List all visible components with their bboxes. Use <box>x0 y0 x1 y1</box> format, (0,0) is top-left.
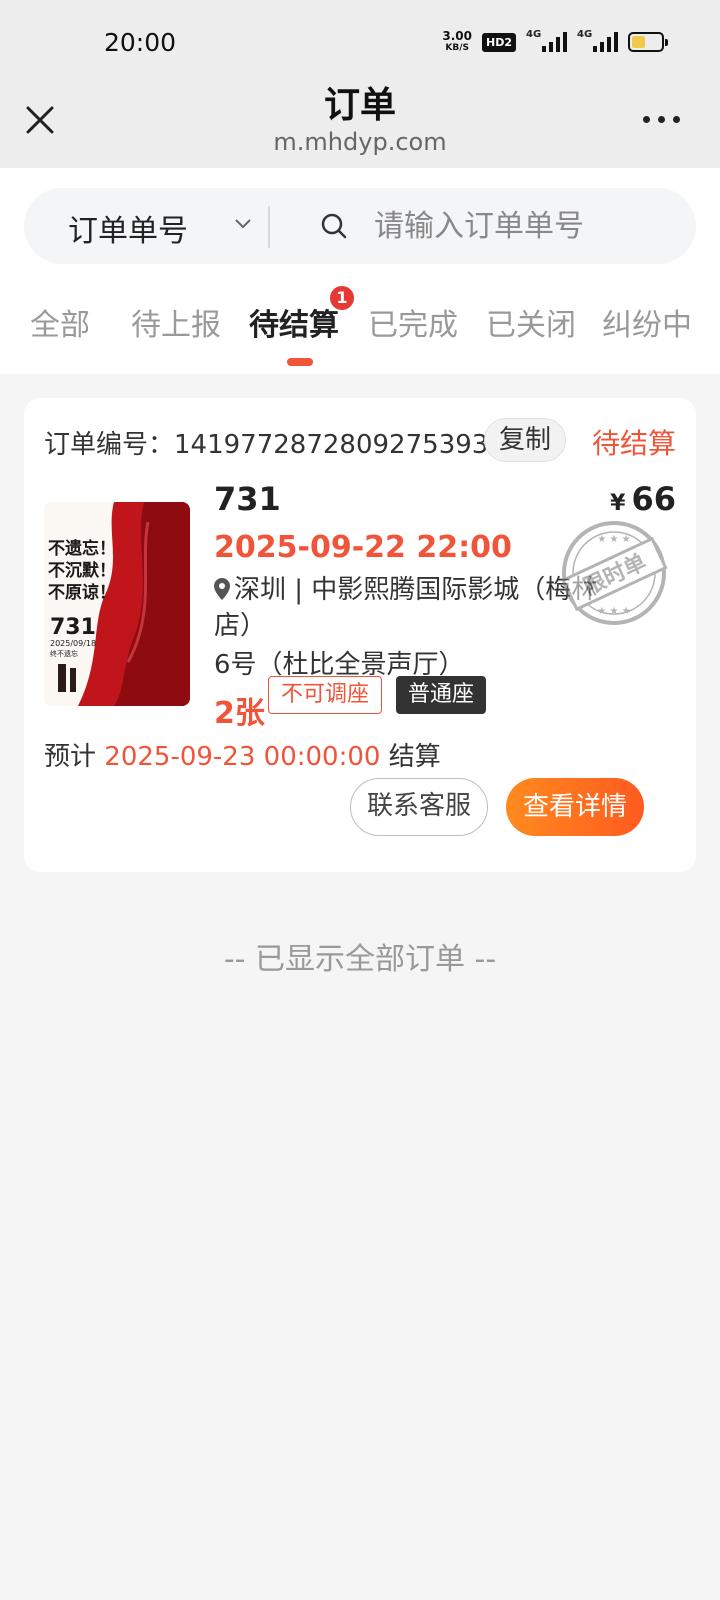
battery-icon <box>628 32 668 52</box>
poster-slogan-3: 不原谅！ <box>48 582 116 603</box>
contact-support-button[interactable]: 联系客服 <box>350 778 488 836</box>
search-section: 订单单号 全部 待上报 待结算 1 已完成 已关闭 纠纷中 <box>0 168 720 374</box>
top-bar: 20:00 3.00 KB/S HD2 4G 4G 订单 m.mhdyp.com <box>0 0 720 168</box>
copy-button[interactable]: 复制 <box>484 418 566 462</box>
tab-completed[interactable]: 已完成 <box>368 300 458 344</box>
poster-release-note: 终不遗忘 <box>50 649 78 658</box>
signal-icon-2: 4G <box>577 29 618 52</box>
order-card: 订单编号：1419772872809275393 复制 待结算 不遗忘！ 不沉默… <box>24 398 696 872</box>
battery-level <box>632 36 645 48</box>
tab-badge: 1 <box>330 286 354 310</box>
status-tabs: 全部 待上报 待结算 1 已完成 已关闭 纠纷中 <box>0 286 720 374</box>
active-tab-indicator <box>287 358 313 366</box>
svg-text:★ ★ ★: ★ ★ ★ <box>597 534 630 545</box>
poster-slogan-1: 不遗忘！ <box>48 538 116 559</box>
view-details-button[interactable]: 查看详情 <box>506 778 644 836</box>
order-number: 订单编号：1419772872809275393 <box>44 430 489 460</box>
seat-adjust-tag: 不可调座 <box>268 676 383 714</box>
tab-all[interactable]: 全部 <box>30 300 90 344</box>
poster-slogan-2: 不沉默！ <box>48 560 116 581</box>
movie-poster: 不遗忘！ 不沉默！ 不原谅！ 731 2025/09/18 终不遗忘 <box>44 502 190 706</box>
signal-icon: 4G <box>526 29 567 52</box>
list-end-text: -- 已显示全部订单 -- <box>223 942 497 977</box>
limited-time-stamp: 限时单 ★ ★ ★ ★ ★ ★ <box>561 521 668 625</box>
order-status: 待结算 <box>591 427 676 460</box>
poster-release-date: 2025/09/18 <box>50 639 96 648</box>
page-title: 订单 <box>323 85 396 126</box>
status-time: 20:00 <box>104 28 177 57</box>
movie-title: 731 <box>214 480 281 518</box>
svg-text:★ ★ ★: ★ ★ ★ <box>597 606 630 617</box>
poster-title: 731 <box>50 615 96 640</box>
cinema-address: 深圳 | 中影熙腾国际影城（梅林店） <box>214 575 598 641</box>
showtime: 2025-09-22 22:00 <box>214 530 512 565</box>
order-price: ¥66 <box>610 480 676 518</box>
network-speed: 3.00 KB/S <box>442 29 472 53</box>
tab-closed[interactable]: 已关闭 <box>486 300 576 344</box>
seat-type-tag: 普通座 <box>396 676 487 714</box>
page-url: m.mhdyp.com <box>273 128 447 156</box>
divider <box>268 206 270 248</box>
tab-disputed[interactable]: 纠纷中 <box>602 300 692 344</box>
settlement-time: 预计 2025-09-23 00:00:00 结算 <box>44 742 441 772</box>
chevron-down-icon <box>235 219 251 229</box>
more-button[interactable] <box>643 116 680 123</box>
hd-voice-icon: HD2 <box>482 32 516 52</box>
tab-pending-report[interactable]: 待上报 <box>131 300 221 344</box>
search-type-selector[interactable]: 订单单号 <box>68 206 188 250</box>
status-icons: 3.00 KB/S HD2 4G 4G <box>442 29 668 54</box>
search-input[interactable] <box>374 202 674 250</box>
location-pin-icon <box>214 578 230 600</box>
search-icon <box>321 213 347 239</box>
ticket-count: 2张 <box>214 696 265 731</box>
more-icon <box>643 116 650 123</box>
search-bar: 订单单号 <box>24 188 696 264</box>
tab-pending-settlement[interactable]: 待结算 <box>249 300 339 344</box>
